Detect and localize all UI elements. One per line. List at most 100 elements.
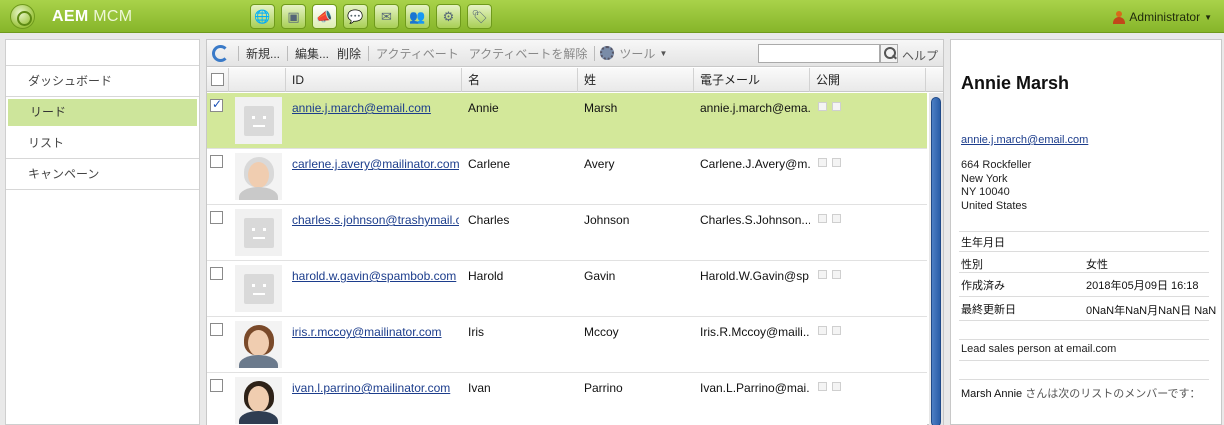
lead-id-link[interactable]: carlene.j.avery@mailinator.com (292, 157, 459, 171)
row-checkbox[interactable] (210, 323, 223, 336)
detail-address: 664 Rockfeller New York NY 10040 United … (961, 159, 1031, 213)
cell-id: ivan.l.parrino@mailinator.com (292, 381, 459, 395)
public-checkbox[interactable] (832, 214, 841, 223)
address-line: United States (961, 199, 1028, 212)
lead-id-link[interactable]: ivan.l.parrino@mailinator.com (292, 381, 450, 395)
cell-id: iris.r.mccoy@mailinator.com (292, 325, 459, 339)
edit-button[interactable]: 編集... (293, 45, 331, 62)
row-checkbox[interactable] (210, 379, 223, 392)
cell-first-name: Annie (468, 101, 499, 115)
mail-icon[interactable]: ✉ (374, 4, 399, 29)
public-checkbox[interactable] (818, 214, 827, 223)
megaphone-icon[interactable]: 📣 (312, 4, 337, 29)
speech-bubble-icon[interactable]: 💬 (343, 4, 368, 29)
cell-last-name: Johnson (584, 213, 630, 227)
separator (238, 45, 239, 61)
deactivate-button[interactable]: アクティベートを解除 (467, 45, 590, 62)
nav-item-lists[interactable]: リスト (6, 128, 199, 159)
gender-value: 女性 (1086, 259, 1108, 271)
public-checkbox[interactable] (818, 270, 827, 279)
search-input[interactable] (758, 44, 880, 63)
gear-icon[interactable]: ⚙ (436, 4, 461, 29)
table-row[interactable]: annie.j.march@email.com Annie Marsh annie.j… (207, 93, 927, 149)
table-row[interactable]: charles.s.johnson@trashymail.c... Charles… (207, 205, 927, 261)
public-checkbox[interactable] (832, 102, 841, 111)
help-link[interactable]: ヘルプ (902, 47, 938, 64)
public-checkbox[interactable] (818, 158, 827, 167)
delete-button[interactable]: 削除 (335, 45, 363, 62)
public-checkbox[interactable] (832, 158, 841, 167)
table-row[interactable]: carlene.j.avery@mailinator.com Carlene Ave… (207, 149, 927, 205)
lead-id-link[interactable]: charles.s.johnson@trashymail.c... (292, 213, 459, 227)
globe-icon[interactable]: 🌐 (250, 4, 275, 29)
detail-email-link[interactable]: annie.j.march@email.com (961, 134, 1088, 146)
lead-id-link[interactable]: iris.r.mccoy@mailinator.com (292, 325, 442, 339)
tools-menu-button[interactable]: ツール (617, 45, 657, 62)
cell-email: Ivan.L.Parrino@mai... (700, 381, 810, 395)
user-menu[interactable]: Administrator ▼ (1113, 10, 1212, 24)
nav-item-dashboard[interactable]: ダッシュボード (6, 66, 199, 97)
public-checkbox[interactable] (818, 382, 827, 391)
leads-grid: 新規... 編集... 削除 アクティベート アクティベートを解除 ツール ▼ … (206, 39, 944, 425)
search-icon[interactable] (880, 44, 898, 63)
left-nav: ダッシュボード リード リスト キャンペーン (5, 39, 200, 425)
refresh-icon[interactable] (212, 44, 229, 62)
public-checkbox[interactable] (818, 326, 827, 335)
public-checkbox[interactable] (832, 326, 841, 335)
header-last-name[interactable]: 姓 (578, 68, 694, 92)
activate-button[interactable]: アクティベート (374, 45, 461, 62)
people-icon[interactable]: 👥 (405, 4, 430, 29)
photo-body (239, 355, 278, 368)
top-bar: AEM MCM 🌐 ▣ 📣 💬 ✉ 👥 ⚙ 🏷 Administrator ▼ (0, 0, 1224, 33)
detail-note: Lead sales person at email.com (961, 343, 1117, 355)
header-id[interactable]: ID (286, 68, 462, 92)
table-row[interactable]: harold.w.gavin@spambob.com Harold Gavin Har… (207, 261, 927, 317)
row-checkbox[interactable] (210, 97, 223, 112)
table-row[interactable]: ivan.l.parrino@mailinator.com Ivan Parrino… (207, 373, 927, 425)
cell-email: annie.j.march@ema... (700, 101, 810, 115)
avatar (235, 321, 282, 368)
placeholder-avatar-icon (244, 106, 274, 136)
table-row[interactable]: iris.r.mccoy@mailinator.com Iris Mccoy Iris… (207, 317, 927, 373)
nav-item-campaigns[interactable]: キャンペーン (6, 159, 199, 190)
row-checkbox[interactable] (210, 267, 223, 280)
address-line: New York (961, 172, 1008, 185)
chevron-down-icon: ▼ (1204, 12, 1212, 22)
photo-body (239, 411, 278, 424)
cell-last-name: Gavin (584, 269, 616, 283)
scrollbar-thumb[interactable] (931, 97, 941, 425)
public-checkbox[interactable] (832, 270, 841, 279)
cell-email: Charles.S.Johnson... (700, 213, 810, 227)
aem-logo-icon[interactable] (10, 4, 35, 29)
grid-header: ID 名 姓 電子メール 公開 (207, 68, 943, 92)
cell-first-name: Ivan (468, 381, 491, 395)
member-text: さんは次のリストのメンバーです： (1025, 388, 1201, 400)
public-checkbox[interactable] (832, 382, 841, 391)
lead-id-link[interactable]: harold.w.gavin@spambob.com (292, 269, 456, 283)
placeholder-avatar-icon (244, 274, 274, 304)
divider (959, 360, 1209, 361)
header-email[interactable]: 電子メール (694, 68, 810, 92)
tag-icon[interactable]: 🏷 (467, 4, 492, 29)
app-title: AEM MCM (52, 8, 133, 25)
separator (287, 45, 289, 61)
divider (959, 231, 1209, 232)
detail-name: Annie Marsh (961, 73, 1070, 93)
header-first-name[interactable]: 名 (462, 68, 578, 92)
app-switcher: 🌐 ▣ 📣 💬 ✉ 👥 ⚙ 🏷 (250, 4, 492, 29)
camera-icon[interactable]: ▣ (281, 4, 306, 29)
row-checkbox[interactable] (210, 211, 223, 224)
header-public[interactable]: 公開 (810, 68, 926, 92)
avatar (235, 153, 282, 200)
public-checkbox[interactable] (818, 102, 827, 111)
nav-item-leads[interactable]: リード (8, 99, 197, 126)
modified-value: 0NaN年NaN月NaN日 NaN (1086, 305, 1217, 317)
photo-face (248, 162, 269, 188)
select-all-checkbox[interactable] (211, 73, 224, 86)
lead-id-link[interactable]: annie.j.march@email.com (292, 101, 431, 115)
vertical-scrollbar[interactable] (929, 93, 943, 425)
row-checkbox[interactable] (210, 155, 223, 168)
new-button[interactable]: 新規... (244, 45, 282, 62)
placeholder-avatar-icon (244, 218, 274, 248)
photo-body (239, 187, 278, 200)
